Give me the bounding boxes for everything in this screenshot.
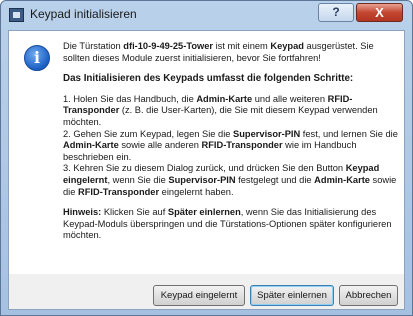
hint-text: Klicken Sie auf [101,207,168,218]
step-term: Supervisor-PIN [233,128,301,139]
step-text: festgelegt und die [235,174,315,185]
step-term: RFID-Transponder [201,140,283,151]
step-text: sowie alle anderen [118,140,202,151]
step-term: Admin-Karte [196,93,253,104]
step-text: 3. Kehren Sie zu diesem Dialog zurück, u… [63,163,346,174]
message-panel: i Die Türstation dfi-10-9-49-25-Tower is… [9,31,404,274]
hint-paragraph: Hinweis: Klicken Sie auf Später einlerne… [63,207,399,242]
title-bar[interactable]: Keypad initialisieren ? X [1,1,412,30]
step-text: , wenn Sie die [107,174,169,185]
step-text: und alle weiteren [252,93,328,104]
steps-heading: Das Initialisieren des Keypads umfasst d… [63,73,354,85]
step-term: Admin-Karte [314,174,370,185]
step-1: 1. Holen Sie das Handbuch, die Admin-Kar… [63,94,399,129]
hint-term: Später einlernen [167,207,241,218]
dialog-client-area: i Die Türstation dfi-10-9-49-25-Tower is… [8,30,405,310]
intro-text: ist mit einem [213,41,271,51]
keypad-done-button[interactable]: Keypad eingelernt [153,285,245,306]
intro-text: Die Türstation [63,41,124,51]
window-title: Keypad initialisieren [30,7,137,21]
keypad-term: Keypad [270,41,304,51]
later-button[interactable]: Später einlernen [250,285,334,306]
close-button[interactable]: X [356,3,403,22]
step-2: 2. Gehen Sie zum Keypad, legen Sie die S… [63,129,399,164]
dialog-window: Keypad initialisieren ? X i Die Türstati… [0,0,413,316]
step-term: RFID-Transponder [78,186,160,197]
cancel-button[interactable]: Abbrechen [339,285,398,306]
device-name: dfi-10-9-49-25-Tower [123,41,214,51]
step-text: 2. Gehen Sie zum Keypad, legen Sie die [63,128,234,139]
help-button[interactable]: ? [318,3,354,22]
step-text: eingelernt haben. [159,186,234,197]
info-icon: i [24,45,50,71]
intro-paragraph: Die Türstation dfi-10-9-49-25-Tower ist … [63,41,399,64]
step-3: 3. Kehren Sie zu diesem Dialog zurück, u… [63,163,399,198]
step-text: fest, und lernen Sie die [300,128,398,139]
message-text: Die Türstation dfi-10-9-49-25-Tower ist … [63,41,399,242]
step-text: 1. Holen Sie das Handbuch, die [63,93,197,104]
step-term: Supervisor-PIN [168,174,236,185]
hint-label: Hinweis: [63,207,102,218]
keypad-app-icon [9,8,24,22]
step-term: Admin-Karte [63,140,119,151]
